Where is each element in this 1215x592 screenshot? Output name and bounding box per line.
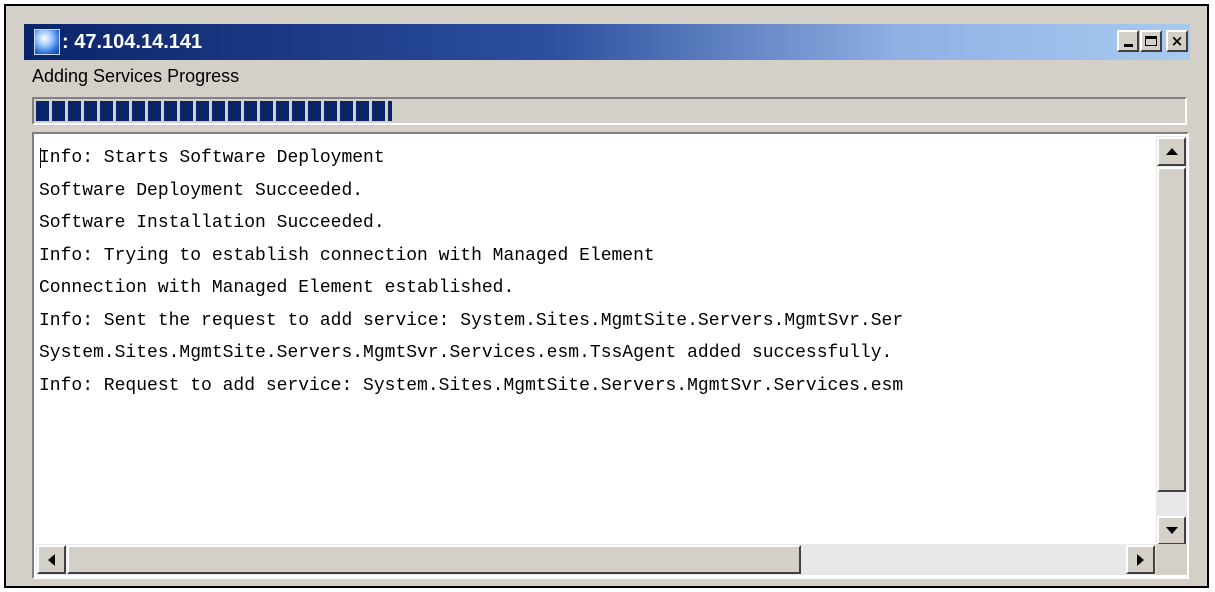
scroll-down-button[interactable] <box>1157 516 1186 545</box>
log-line: Software Installation Succeeded. <box>39 213 385 233</box>
maximize-icon <box>1145 36 1157 46</box>
arrow-left-icon <box>48 553 55 566</box>
arrow-down-icon <box>1165 527 1178 534</box>
log-line: Software Deployment Succeeded. <box>39 180 364 201</box>
arrow-up-icon <box>1165 148 1178 155</box>
scroll-right-button[interactable] <box>1126 545 1155 574</box>
globe-icon[interactable] <box>34 29 60 55</box>
vertical-scroll-thumb[interactable] <box>1157 167 1186 492</box>
scrollbar-corner <box>1156 544 1187 575</box>
progress-fill <box>36 101 392 121</box>
progress-heading: Adding Services Progress <box>32 66 240 86</box>
log-line: Info: Trying to establish connection wit… <box>39 245 655 266</box>
log-line: Connection with Managed Element establis… <box>39 278 515 298</box>
log-line: Info: Sent the request to add service: S… <box>39 310 904 331</box>
log-text-area[interactable]: Info: Starts Software Deployment Software… <box>39 142 1153 542</box>
close-button[interactable]: × <box>1166 30 1188 52</box>
text-caret <box>40 148 41 168</box>
progress-bar <box>32 97 1187 125</box>
log-line: Info: Request to add service: System.Sit… <box>39 375 904 396</box>
close-icon: × <box>1170 31 1184 50</box>
maximize-button[interactable] <box>1140 30 1162 52</box>
minimize-button[interactable] <box>1117 30 1139 52</box>
arrow-right-icon <box>1137 553 1144 566</box>
scroll-up-button[interactable] <box>1157 137 1186 166</box>
scroll-left-button[interactable] <box>37 545 66 574</box>
log-panel[interactable]: Info: Starts Software Deployment Software… <box>32 132 1189 579</box>
log-line: System.Sites.MgmtSite.Servers.MgmtSvr.Se… <box>39 343 893 363</box>
log-line: Info: Starts Software Deployment <box>39 148 385 168</box>
horizontal-scrollbar[interactable] <box>36 544 1156 575</box>
title-bar[interactable]: : 47.104.14.141 × <box>24 24 1190 60</box>
window-title: : 47.104.14.141 <box>62 31 203 53</box>
vertical-scrollbar[interactable] <box>1156 136 1187 546</box>
horizontal-scroll-thumb[interactable] <box>67 545 801 574</box>
minimize-icon <box>1123 44 1133 47</box>
